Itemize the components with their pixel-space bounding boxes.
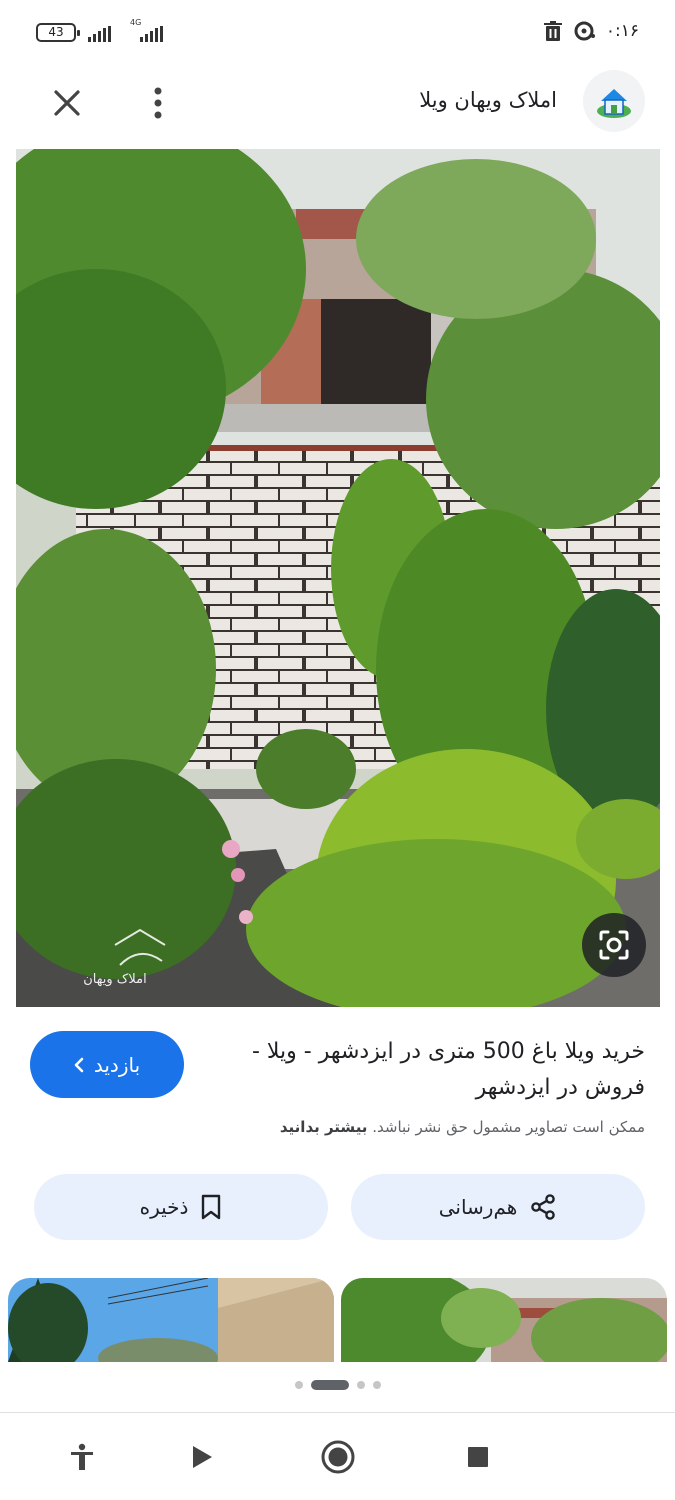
copyright-text: ممکن است تصاویر مشمول حق نشر نباشد. xyxy=(372,1118,645,1136)
recents-button[interactable] xyxy=(456,1435,500,1479)
accessibility-button[interactable] xyxy=(60,1435,104,1479)
home-circle-icon xyxy=(321,1440,355,1474)
status-bar: 43 4G ۰:۱۶ xyxy=(0,0,675,64)
lens-icon xyxy=(599,930,629,960)
system-nav-bar xyxy=(0,1412,675,1500)
learn-more-link[interactable]: بیشتر بدانید xyxy=(280,1118,368,1136)
header: املاک ویهان ویلا xyxy=(0,64,675,142)
site-name[interactable]: املاک ویهان ویلا xyxy=(419,88,557,112)
pagination-dot-active xyxy=(310,1380,349,1390)
save-label: ذخیره xyxy=(139,1195,189,1219)
battery-indicator: 43 xyxy=(36,23,80,42)
hotspot-icon xyxy=(574,20,596,42)
share-label: هم‌رسانی xyxy=(438,1195,518,1219)
share-button[interactable]: هم‌رسانی xyxy=(351,1174,645,1240)
watermark-text: املاک ویهان xyxy=(83,972,147,987)
related-photo xyxy=(8,1278,334,1362)
home-button[interactable] xyxy=(316,1435,360,1479)
villa-garden-photo xyxy=(16,149,660,1007)
related-image[interactable] xyxy=(8,1278,334,1362)
signal-icon xyxy=(88,26,111,42)
main-result-image[interactable]: املاک ویهان xyxy=(16,149,660,1007)
pagination-dots xyxy=(0,1380,675,1390)
visit-label: بازدید xyxy=(93,1052,141,1077)
square-recents-icon xyxy=(468,1447,488,1467)
visit-button[interactable]: بازدید xyxy=(30,1031,184,1098)
trash-icon xyxy=(542,20,564,42)
play-back-icon xyxy=(193,1446,212,1468)
clock: ۰:۱۶ xyxy=(605,21,639,41)
signal-icon xyxy=(140,26,163,42)
lens-button[interactable] xyxy=(582,913,646,977)
share-icon xyxy=(531,1194,556,1220)
result-title[interactable]: خرید ویلا باغ 500 متری در ایزدشهر - ویلا… xyxy=(215,1034,645,1106)
related-photo xyxy=(341,1278,667,1362)
more-vert-icon xyxy=(154,87,162,119)
site-logo[interactable] xyxy=(583,70,645,132)
accessibility-icon xyxy=(71,1443,93,1470)
watermark-logo: املاک ویهان xyxy=(30,925,180,995)
status-right: ۰:۱۶ xyxy=(542,20,639,42)
house-logo-icon xyxy=(597,89,631,118)
pagination-dot xyxy=(372,1381,381,1389)
save-button[interactable]: ذخیره xyxy=(34,1174,328,1240)
bookmark-icon xyxy=(202,1194,221,1220)
more-options-button[interactable] xyxy=(138,80,178,126)
close-button[interactable] xyxy=(44,80,90,126)
back-button[interactable] xyxy=(180,1435,224,1479)
close-icon xyxy=(54,90,80,116)
pagination-dot xyxy=(356,1381,365,1389)
copyright-notice: ممکن است تصاویر مشمول حق نشر نباشد. بیشت… xyxy=(175,1118,645,1136)
chevron-left-icon xyxy=(74,1057,84,1072)
related-image[interactable] xyxy=(341,1278,667,1362)
pagination-dot xyxy=(294,1381,303,1389)
